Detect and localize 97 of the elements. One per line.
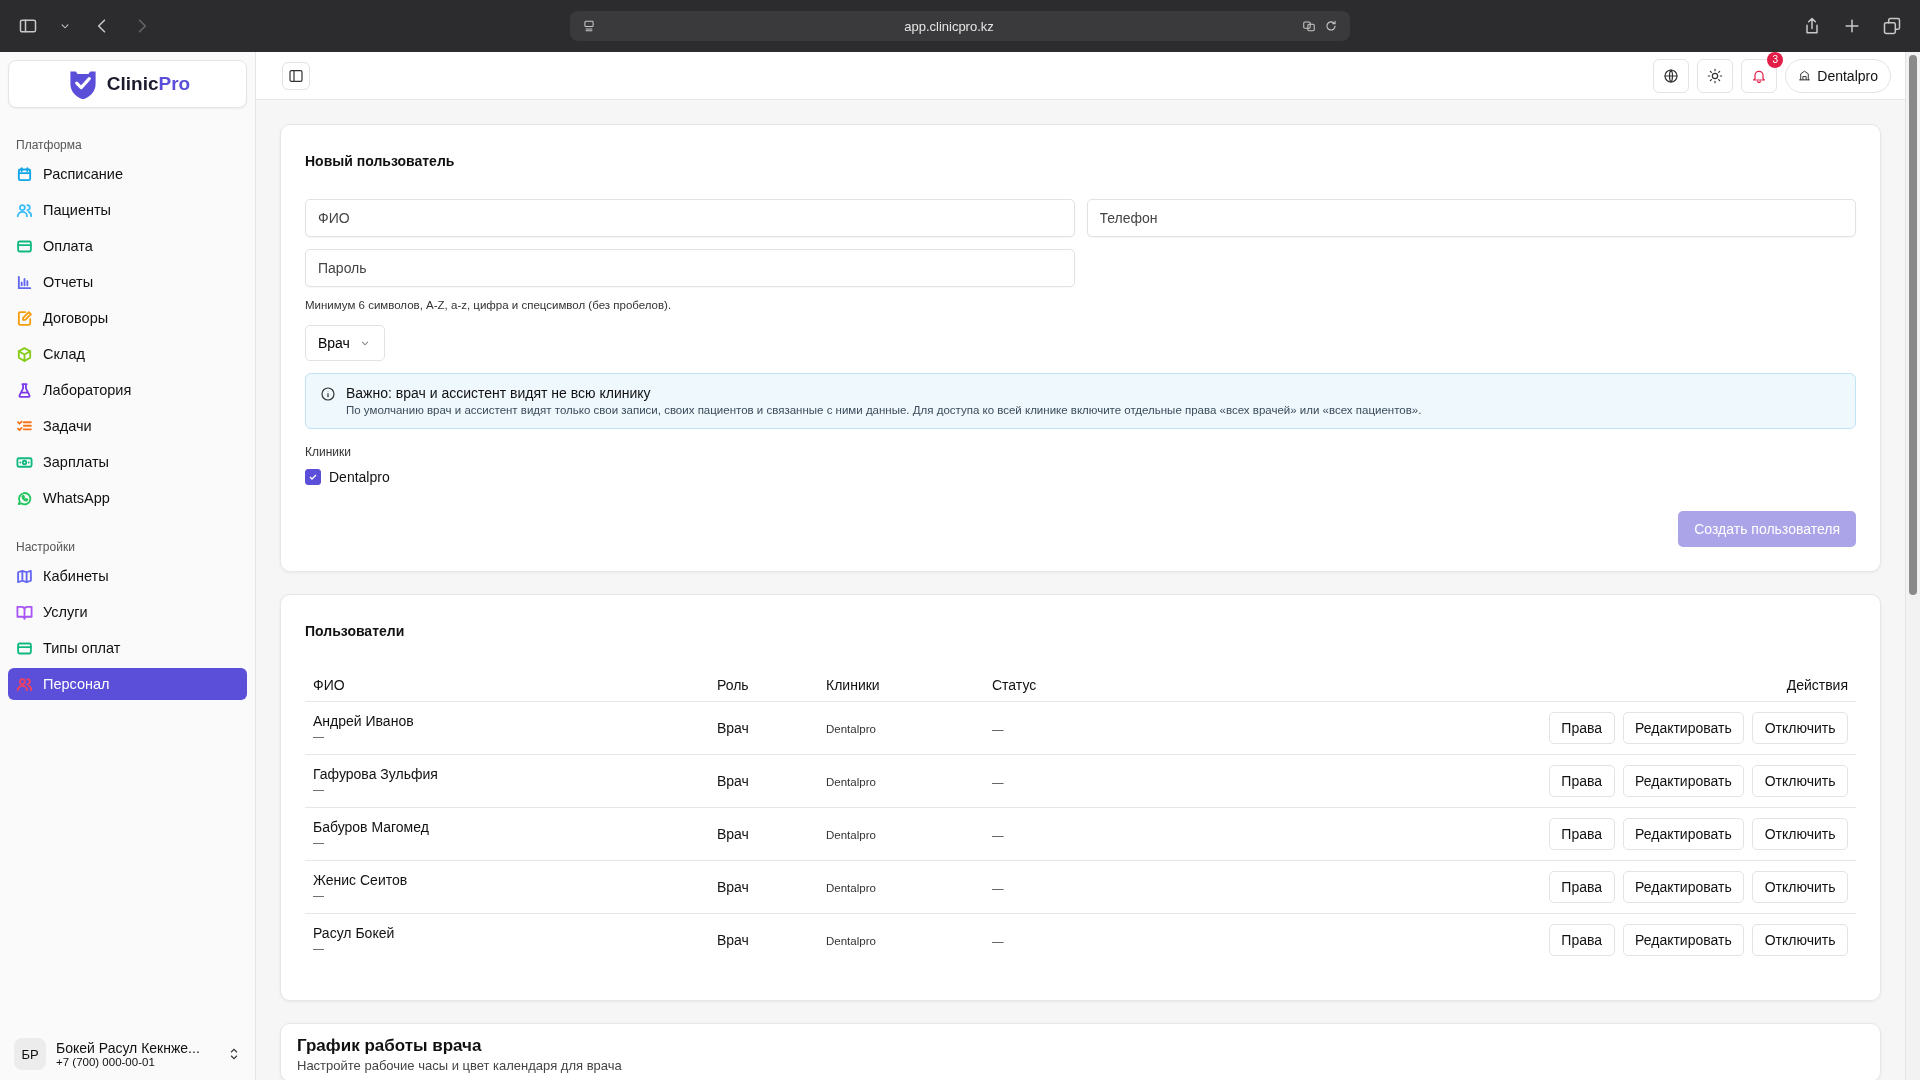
status-cell: — [992, 829, 1004, 841]
user-subtitle: — [313, 729, 325, 743]
column-header: ФИО [313, 677, 345, 693]
user-avatar: БР [14, 1038, 46, 1070]
input-field[interactable]: Телефон [1086, 199, 1856, 237]
clinic-cell: Dentalpro [826, 935, 876, 947]
user-subtitle: — [313, 782, 325, 796]
logo-text: ClinicPro [106, 73, 191, 95]
sun-icon [1707, 67, 1724, 84]
status-cell: — [992, 882, 1004, 894]
panel-toggle-button[interactable] [282, 61, 310, 90]
action-button[interactable]: Редактировать [1622, 818, 1745, 850]
action-button[interactable]: Права [1548, 818, 1615, 850]
action-button[interactable]: Отключить [1752, 871, 1848, 903]
address-bar[interactable]: app.clinicpro.kz [570, 11, 1350, 41]
column-header: Клиники [826, 677, 880, 693]
input-field[interactable]: ФИО [305, 199, 1075, 237]
card-title: График работы врача [297, 1036, 483, 1056]
language-button[interactable] [1653, 58, 1690, 93]
user-name-cell-text: Андрей Иванов [313, 713, 415, 730]
sidebar-item[interactable]: Лаборатория [8, 374, 247, 406]
user-name: Бокей Расул Кекнже... [56, 1040, 201, 1056]
clinics-label: Клиники [305, 445, 352, 459]
sidebar-item[interactable]: Типы оплат [8, 632, 247, 664]
action-button[interactable]: Отключить [1752, 924, 1848, 956]
checkbox[interactable] [305, 469, 321, 485]
role-select[interactable]: Врач [305, 325, 385, 361]
role-cell: Врач [717, 773, 749, 789]
reload-icon[interactable] [1324, 19, 1338, 33]
sidebar-item[interactable]: Персонал [8, 668, 247, 700]
sidebar-item[interactable]: Услуги [8, 596, 247, 628]
sidebar-item[interactable]: Склад [8, 338, 247, 370]
status-cell: — [992, 723, 1004, 735]
sidebar-item[interactable]: Оплата [8, 230, 247, 262]
status-cell: — [992, 776, 1004, 788]
card-title: Новый пользователь [305, 153, 456, 169]
role-cell: Врач [717, 720, 749, 736]
sidebar-item[interactable]: Зарплаты [8, 446, 247, 478]
sidebar-toggle-icon[interactable] [18, 16, 38, 36]
column-header: Статус [992, 677, 1037, 693]
checkbox-label: Dentalpro [329, 469, 390, 485]
sidebar-toggle-icon [288, 67, 304, 84]
globe-icon [1663, 67, 1680, 84]
clinic-cell: Dentalpro [826, 776, 876, 788]
action-button[interactable]: Отключить [1752, 765, 1848, 797]
password-hint: Минимум 6 символов, A-Z, a-z, цифра и спецсимвол (без пробелов). [305, 299, 673, 311]
scrollbar[interactable] [1905, 52, 1920, 1080]
user-subtitle: — [313, 941, 325, 955]
sidebar-item[interactable]: Пациенты [8, 194, 247, 226]
sidebar-item[interactable]: Задачи [8, 410, 247, 442]
sidebar-item[interactable]: Расписание [8, 158, 247, 190]
user-name-cell-text: Гафурова Зульфия [313, 766, 439, 783]
sidebar-item[interactable]: Кабинеты [8, 560, 247, 592]
action-button[interactable]: Редактировать [1622, 924, 1745, 956]
role-cell: Врач [717, 879, 749, 895]
action-button[interactable]: Отключить [1752, 712, 1848, 744]
clinic-button[interactable]: Dentalpro [1785, 58, 1891, 93]
user-phone: +7 (700) 000-00-01 [56, 1056, 156, 1068]
theme-button[interactable] [1697, 58, 1734, 93]
tabs-icon[interactable] [1882, 16, 1902, 36]
role-cell: Врач [717, 932, 749, 948]
user-subtitle: — [313, 835, 325, 849]
clinic-cell: Dentalpro [826, 829, 876, 841]
input-field[interactable]: Пароль [305, 249, 1075, 287]
sidebar-item[interactable]: Договоры [8, 302, 247, 334]
action-button[interactable]: Редактировать [1622, 871, 1745, 903]
action-button[interactable]: Права [1548, 871, 1615, 903]
section-title: Настройки [15, 540, 76, 554]
user-name-cell-text: Бабуров Магомед [313, 819, 430, 836]
card-title: Пользователи [305, 623, 406, 639]
sidebar-item[interactable]: Отчеты [8, 266, 247, 298]
info-icon [320, 386, 336, 402]
site-settings-icon[interactable] [582, 19, 596, 33]
column-header: Роль [717, 677, 749, 693]
url-text: app.clinicpro.kz [903, 18, 995, 34]
translate-icon[interactable] [1302, 19, 1316, 33]
user-subtitle: — [313, 888, 325, 902]
status-cell: — [992, 935, 1004, 947]
logo-card[interactable]: ClinicPro [8, 60, 247, 108]
sidebar-item[interactable]: WhatsApp [8, 482, 247, 514]
notice-title: Важно: врач и ассистент видят не всю клинику [346, 385, 652, 401]
action-button[interactable]: Отключить [1752, 818, 1848, 850]
action-button[interactable]: Права [1548, 765, 1615, 797]
user-name-cell-text: Расул Бокей [313, 925, 396, 942]
action-button[interactable]: Права [1548, 924, 1615, 956]
role-cell: Врач [717, 826, 749, 842]
action-button[interactable]: Права [1548, 712, 1615, 744]
notice-text: По умолчанию врач и ассистент видят только свои записи, своих пациентов и связанные с ними данные. Для доступа ко всей клинике включите отдельные права «всех врачей» или «всех пациентов». [346, 404, 1422, 416]
section-title: Платформа [15, 138, 83, 152]
clinic-cell: Dentalpro [826, 882, 876, 894]
action-button[interactable]: Редактировать [1622, 712, 1745, 744]
card-subtitle: Настройте рабочие часы и цвет календаря для врача [297, 1058, 623, 1073]
building-icon [1798, 69, 1812, 82]
user-name-cell-text: Женис Сеитов [313, 872, 409, 889]
action-button[interactable]: Редактировать [1622, 765, 1745, 797]
column-header: Действия [1786, 677, 1848, 693]
clinic-cell: Dentalpro [826, 723, 876, 735]
